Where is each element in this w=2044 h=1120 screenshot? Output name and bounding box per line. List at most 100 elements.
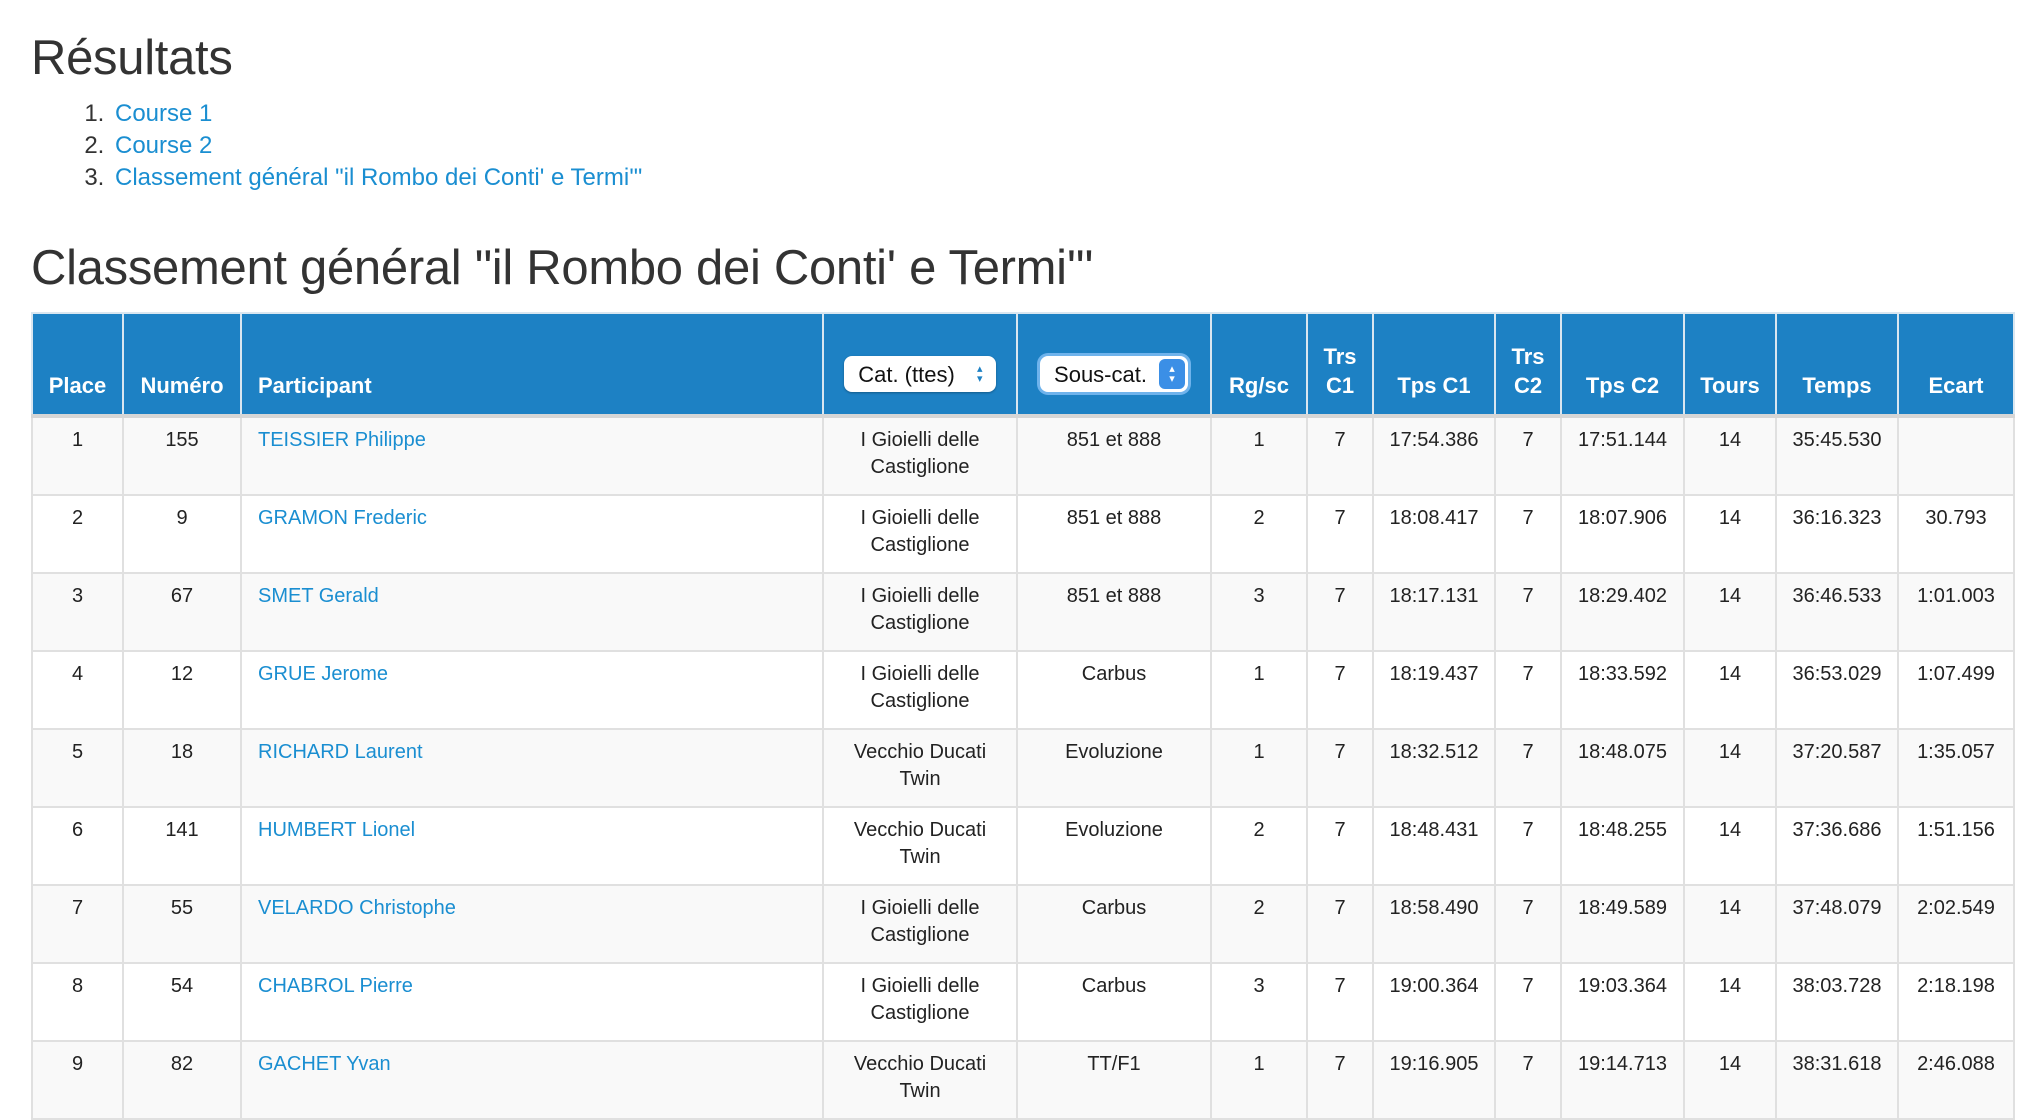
col-header-trs-c1-line1: Trs: [1323, 344, 1357, 369]
category-line2: Castiglione: [870, 690, 970, 712]
cell-rgsc: 3: [1210, 572, 1308, 652]
cell-rgsc: 3: [1210, 962, 1308, 1042]
cell-temps: 36:46.533: [1775, 572, 1899, 652]
cell-trs-c2: 7: [1494, 494, 1562, 574]
cell-subcategory: Carbus: [1016, 650, 1212, 730]
cell-tps-c1: 18:58.490: [1372, 884, 1496, 964]
cell-category: Vecchio Ducati Twin: [822, 1040, 1018, 1120]
cell-participant: GRUE Jerome: [240, 650, 824, 730]
cell-trs-c2: 7: [1494, 415, 1562, 496]
col-header-tours[interactable]: Tours: [1683, 312, 1777, 418]
cell-tours: 14: [1683, 415, 1777, 496]
table-row: 5 18 RICHARD Laurent Vecchio Ducati Twin Evol…: [31, 728, 2015, 808]
cell-place: 3: [31, 572, 124, 652]
cell-subcategory: Evoluzione: [1016, 806, 1212, 886]
cell-trs-c1: 7: [1306, 572, 1374, 652]
subcategory-select[interactable]: Sous-cat. ▴ ▾: [1040, 356, 1188, 392]
col-header-rgsc[interactable]: Rg/sc: [1210, 312, 1308, 418]
col-header-trs-c2-line1: Trs: [1511, 344, 1545, 369]
col-header-trs-c1[interactable]: Trs C1: [1306, 312, 1374, 418]
col-header-numero[interactable]: Numéro: [122, 312, 242, 418]
cell-category: Vecchio Ducati Twin: [822, 806, 1018, 886]
participant-link[interactable]: VELARDO Christophe: [258, 897, 456, 919]
category-select[interactable]: Cat. (ttes) ▴ ▾: [844, 356, 996, 392]
toc-link-course-1[interactable]: Course 1: [115, 100, 212, 127]
col-header-trs-c1-line2: C1: [1325, 373, 1355, 398]
cell-participant: TEISSIER Philippe: [240, 415, 824, 496]
cell-trs-c2: 7: [1494, 572, 1562, 652]
cell-subcategory: Evoluzione: [1016, 728, 1212, 808]
results-body: 1 155 TEISSIER Philippe I Gioielli delle Cas…: [31, 415, 2015, 1120]
results-page: Résultats Course 1 Course 2 Classement g…: [0, 0, 2044, 1120]
category-line1: I Gioielli delle: [860, 897, 980, 919]
cell-place: 8: [31, 962, 124, 1042]
category-line1: Vecchio Ducati: [853, 819, 987, 841]
participant-link[interactable]: GACHET Yvan: [258, 1053, 391, 1075]
cell-subcategory: 851 et 888: [1016, 494, 1212, 574]
cell-ecart: 2:18.198: [1897, 962, 2015, 1042]
cell-ecart: 1:35.057: [1897, 728, 2015, 808]
participant-link[interactable]: GRUE Jerome: [258, 663, 388, 685]
participant-link[interactable]: SMET Gerald: [258, 585, 379, 607]
cell-place: 9: [31, 1040, 124, 1120]
cell-numero: 54: [122, 962, 242, 1042]
category-line1: I Gioielli delle: [860, 507, 980, 529]
cell-rgsc: 1: [1210, 1040, 1308, 1120]
col-header-ecart[interactable]: Ecart: [1897, 312, 2015, 418]
participant-link[interactable]: RICHARD Laurent: [258, 741, 423, 763]
cell-tps-c1: 18:08.417: [1372, 494, 1496, 574]
cell-trs-c1: 7: [1306, 728, 1374, 808]
cell-rgsc: 1: [1210, 415, 1308, 496]
cell-temps: 37:48.079: [1775, 884, 1899, 964]
col-header-participant[interactable]: Participant: [240, 312, 824, 418]
col-header-tps-c1[interactable]: Tps C1: [1372, 312, 1496, 418]
toc-item: Classement général "il Rombo dei Conti' …: [111, 162, 2013, 194]
col-header-trs-c2[interactable]: Trs C2: [1494, 312, 1562, 418]
cell-participant: GACHET Yvan: [240, 1040, 824, 1120]
category-select-value: Cat. (ttes): [858, 361, 955, 387]
cell-tours: 14: [1683, 728, 1777, 808]
participant-link[interactable]: CHABROL Pierre: [258, 975, 413, 997]
participant-link[interactable]: HUMBERT Lionel: [258, 819, 415, 841]
col-header-subcategory: Sous-cat. ▴ ▾: [1016, 312, 1212, 418]
cell-category: Vecchio Ducati Twin: [822, 728, 1018, 808]
table-row: 6 141 HUMBERT Lionel Vecchio Ducati Twin Evol…: [31, 806, 2015, 886]
category-line2: Castiglione: [870, 1002, 970, 1024]
cell-ecart: 2:02.549: [1897, 884, 2015, 964]
section-title: Classement général "il Rombo dei Conti' …: [31, 241, 1093, 295]
cell-subcategory: 851 et 888: [1016, 572, 1212, 652]
table-row: 2 9 GRAMON Frederic I Gioielli delle Castigl…: [31, 494, 2015, 574]
cell-tps-c2: 18:49.589: [1560, 884, 1685, 964]
participant-link[interactable]: GRAMON Frederic: [258, 507, 427, 529]
cell-trs-c1: 7: [1306, 1040, 1374, 1120]
cell-tours: 14: [1683, 884, 1777, 964]
results-table: Place Numéro Participant Cat. (ttes) ▴ ▾ …: [31, 312, 2015, 1120]
category-line2: Twin: [899, 1080, 941, 1102]
cell-numero: 67: [122, 572, 242, 652]
table-row: 1 155 TEISSIER Philippe I Gioielli delle Cas…: [31, 415, 2015, 496]
col-header-place[interactable]: Place: [31, 312, 124, 418]
col-header-tps-c2[interactable]: Tps C2: [1560, 312, 1685, 418]
category-line1: Vecchio Ducati: [853, 1053, 987, 1075]
toc-link-course-2[interactable]: Course 2: [115, 132, 212, 159]
cell-participant: VELARDO Christophe: [240, 884, 824, 964]
cell-numero: 9: [122, 494, 242, 574]
cell-rgsc: 2: [1210, 884, 1308, 964]
category-line2: Castiglione: [870, 612, 970, 634]
cell-numero: 55: [122, 884, 242, 964]
toc-link-general-ranking[interactable]: Classement général "il Rombo dei Conti' …: [115, 164, 642, 191]
cell-numero: 18: [122, 728, 242, 808]
cell-temps: 37:20.587: [1775, 728, 1899, 808]
participant-link[interactable]: TEISSIER Philippe: [258, 429, 426, 451]
cell-category: I Gioielli delle Castiglione: [822, 415, 1018, 496]
cell-tps-c1: 18:32.512: [1372, 728, 1496, 808]
table-of-contents: Course 1 Course 2 Classement général "il…: [31, 98, 2013, 194]
cell-numero: 12: [122, 650, 242, 730]
toc-item: Course 1: [111, 98, 2013, 130]
cell-ecart: 30.793: [1897, 494, 2015, 574]
col-header-temps[interactable]: Temps: [1775, 312, 1899, 418]
category-line1: I Gioielli delle: [860, 585, 980, 607]
cell-category: I Gioielli delle Castiglione: [822, 884, 1018, 964]
cell-tps-c2: 17:51.144: [1560, 415, 1685, 496]
cell-participant: SMET Gerald: [240, 572, 824, 652]
